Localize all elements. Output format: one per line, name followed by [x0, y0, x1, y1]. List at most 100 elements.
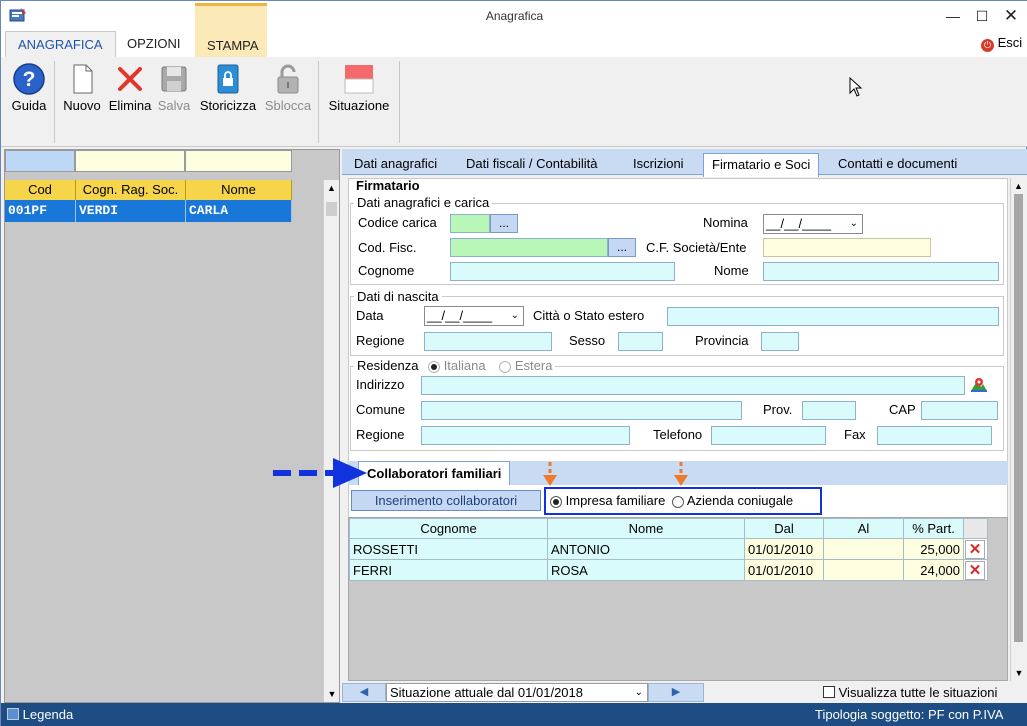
legenda-button[interactable]: Legenda	[7, 703, 73, 726]
elimina-button[interactable]: Elimina	[106, 63, 154, 125]
codice-carica-input[interactable]	[450, 214, 490, 233]
cell-cognome[interactable]: ROSSETTI	[349, 538, 548, 560]
list-scrollbar[interactable]: ▲ ▼	[323, 180, 339, 702]
table-row[interactable]: FERRI ROSA 01/01/2010 24,000 ✕	[349, 559, 988, 581]
telefono-input[interactable]	[711, 426, 826, 445]
sesso-input[interactable]	[618, 332, 663, 351]
ribbon-tab-stampa[interactable]: STAMPA	[195, 3, 267, 57]
col-cognome[interactable]: Cognome	[349, 518, 548, 539]
help-icon: ?	[13, 63, 45, 95]
cell-nome[interactable]: ROSA	[547, 559, 745, 581]
cell-dal[interactable]: 01/01/2010	[744, 538, 824, 560]
cf-societa-input[interactable]	[763, 238, 931, 257]
scroll-down-icon[interactable]: ▼	[1011, 665, 1027, 681]
provincia-input[interactable]	[761, 332, 799, 351]
indirizzo-input[interactable]	[421, 376, 965, 395]
cell-part[interactable]: 24,000	[903, 559, 964, 581]
column-header-nome[interactable]: Nome	[186, 180, 292, 200]
column-header-cognome[interactable]: Cogn. Rag. Soc.	[76, 180, 186, 200]
show-all-label: Visualizza tutte le situazioni	[838, 685, 998, 700]
scroll-down-icon[interactable]: ▼	[324, 686, 340, 702]
delete-row-icon[interactable]: ✕	[965, 560, 985, 580]
nuovo-button[interactable]: Nuovo	[60, 63, 104, 125]
maximize-button[interactable]: ☐	[967, 4, 997, 28]
situazione-select[interactable]: Situazione attuale dal 01/01/2018 ⌄	[386, 683, 648, 702]
comune-input[interactable]	[421, 401, 742, 420]
filter-cod[interactable]	[5, 150, 75, 172]
list-cell-cod[interactable]: 001PF	[5, 200, 76, 222]
radio-estera[interactable]: Estera	[499, 358, 552, 373]
tab-contatti-documenti[interactable]: Contatti e documenti	[830, 153, 965, 175]
radio-impresa-familiare[interactable]: Impresa familiare	[550, 493, 665, 508]
exit-button[interactable]: ⏻ Esci	[981, 35, 1022, 52]
cod-fisc-input[interactable]	[450, 238, 608, 257]
close-button[interactable]: ✕	[996, 4, 1026, 28]
list-cell-cognome[interactable]: VERDI	[76, 200, 186, 222]
cod-fisc-lookup-button[interactable]: ...	[608, 238, 636, 257]
filter-cognome[interactable]	[75, 150, 185, 172]
next-situation-button[interactable]: ▶	[648, 683, 704, 702]
radio-estera-dot[interactable]	[499, 360, 512, 373]
storicizza-button[interactable]: Storicizza	[196, 63, 260, 125]
list-cell-nome[interactable]: CARLA	[186, 200, 292, 222]
table-row[interactable]: ROSSETTI ANTONIO 01/01/2010 25,000 ✕	[349, 538, 988, 560]
scroll-up-icon[interactable]: ▲	[1011, 178, 1026, 194]
ribbon-tab-anagrafica[interactable]: ANAGRAFICA	[5, 31, 116, 58]
radio-italiana-dot[interactable]	[428, 360, 441, 373]
chevron-down-icon[interactable]: ⌄	[635, 684, 643, 701]
col-dal[interactable]: Dal	[744, 518, 824, 539]
cell-al[interactable]	[823, 538, 904, 560]
orange-annotation-arrow-icon	[542, 461, 558, 487]
sblocca-button[interactable]: Sblocca	[263, 63, 313, 125]
guida-button[interactable]: ? Guida	[8, 63, 50, 125]
regione-residenza-input[interactable]	[421, 426, 630, 445]
map-icon[interactable]	[970, 376, 988, 394]
inserimento-collaboratori-button[interactable]: Inserimento collaboratori	[351, 490, 541, 511]
show-all-situations[interactable]: Visualizza tutte le situazioni	[823, 684, 997, 701]
scroll-thumb[interactable]	[1014, 194, 1023, 642]
filter-nome[interactable]	[185, 150, 292, 172]
citta-estero-input[interactable]	[667, 307, 999, 326]
radio-impresa-dot[interactable]	[550, 495, 562, 508]
cell-al[interactable]	[823, 559, 904, 581]
nomina-date-picker[interactable]: __/__/____ ⌄	[763, 214, 863, 234]
collaboratori-grid: Cognome Nome Dal Al % Part. ROSSETTI ANT…	[348, 517, 1008, 681]
cell-dal[interactable]: 01/01/2010	[744, 559, 824, 581]
salva-button[interactable]: Salva	[156, 63, 192, 125]
cap-input[interactable]	[921, 401, 998, 420]
delete-row-icon[interactable]: ✕	[965, 539, 985, 559]
codice-carica-lookup-button[interactable]: ...	[490, 214, 518, 233]
show-all-checkbox[interactable]	[823, 686, 835, 698]
radio-italiana[interactable]: Italiana	[428, 358, 486, 373]
tab-dati-fiscali[interactable]: Dati fiscali / Contabilità	[458, 153, 606, 175]
minimize-button[interactable]: —	[938, 4, 968, 28]
cell-nome[interactable]: ANTONIO	[547, 538, 745, 560]
detail-scrollbar[interactable]: ▲ ▼	[1010, 178, 1026, 681]
tab-dati-anagrafici[interactable]: Dati anagrafici	[346, 153, 445, 175]
tab-firmatario-soci[interactable]: Firmatario e Soci	[703, 153, 820, 177]
cell-part[interactable]: 25,000	[903, 538, 964, 560]
scroll-up-icon[interactable]: ▲	[324, 180, 339, 196]
col-al[interactable]: Al	[823, 518, 904, 539]
radio-azienda-coniugale[interactable]: Azienda coniugale	[671, 493, 793, 508]
col-part[interactable]: % Part.	[903, 518, 964, 539]
previous-situation-button[interactable]: ◀	[342, 683, 386, 702]
situazione-button[interactable]: Situazione	[324, 63, 394, 125]
chevron-down-icon[interactable]: ⌄	[511, 307, 519, 325]
scroll-thumb[interactable]	[326, 202, 337, 216]
radio-azienda-dot[interactable]	[671, 495, 684, 508]
prov-input[interactable]	[802, 401, 856, 420]
chevron-down-icon[interactable]: ⌄	[850, 215, 858, 233]
cell-cognome[interactable]: FERRI	[349, 559, 548, 581]
regione-nascita-input[interactable]	[424, 332, 552, 351]
cognome-input[interactable]	[450, 262, 675, 281]
col-nome[interactable]: Nome	[547, 518, 745, 539]
fax-input[interactable]	[877, 426, 992, 445]
ribbon-tab-opzioni[interactable]: OPZIONI	[115, 31, 192, 57]
tab-collaboratori-familiari[interactable]: Collaboratori familiari	[358, 461, 511, 485]
column-header-cod[interactable]: Cod	[5, 180, 76, 200]
nome-input[interactable]	[763, 262, 999, 281]
group-title-residenza: Residenza Italiana Estera	[354, 358, 556, 374]
data-nascita-picker[interactable]: __/__/____ ⌄	[424, 306, 524, 326]
tab-iscrizioni[interactable]: Iscrizioni	[625, 153, 692, 175]
